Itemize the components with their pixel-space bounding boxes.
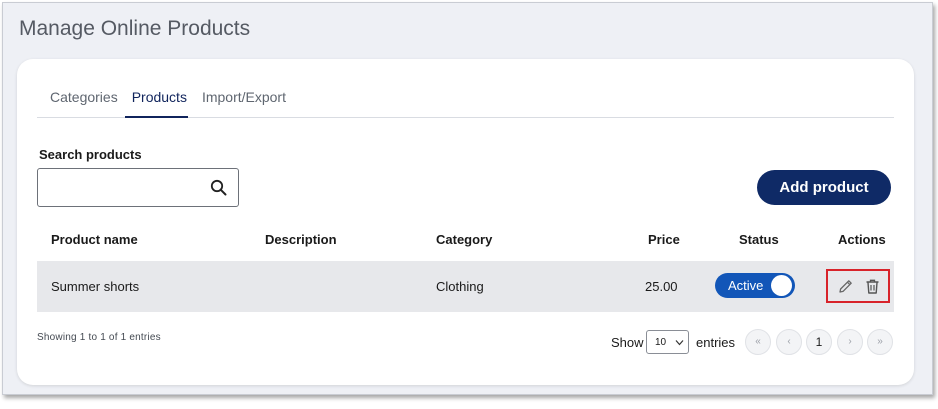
- products-card: Categories Products Import/Export Search…: [17, 59, 914, 385]
- page-title: Manage Online Products: [19, 17, 251, 40]
- pager-prev-button[interactable]: ‹: [776, 329, 802, 355]
- header-category: Category: [436, 232, 493, 247]
- toggle-knob: [771, 275, 792, 296]
- search-box: [37, 168, 239, 207]
- header-product-name: Product name: [51, 232, 138, 247]
- tab-categories[interactable]: Categories: [37, 81, 125, 118]
- page-size-value: 10: [655, 337, 667, 348]
- header-description: Description: [265, 232, 337, 247]
- tab-bar: Categories Products Import/Export: [37, 81, 894, 118]
- entries-label: entries: [696, 335, 736, 350]
- actions-highlight: [826, 269, 890, 303]
- chevron-down-icon: [675, 340, 684, 346]
- search-icon[interactable]: [210, 179, 227, 196]
- status-toggle[interactable]: Active: [715, 273, 795, 298]
- pager-first-button[interactable]: «: [745, 329, 771, 355]
- pencil-icon[interactable]: [837, 278, 854, 295]
- pager-page-1-button[interactable]: 1: [806, 329, 832, 355]
- show-label: Show: [611, 335, 644, 350]
- tab-import-export[interactable]: Import/Export: [188, 81, 293, 118]
- app-frame: Manage Online Products Categories Produc…: [2, 2, 933, 395]
- status-toggle-label: Active: [728, 278, 764, 293]
- add-product-button[interactable]: Add product: [757, 170, 891, 205]
- pager-next-button[interactable]: ›: [837, 329, 863, 355]
- trash-icon[interactable]: [864, 278, 881, 295]
- table-row: Summer shorts Clothing 25.00 Active: [37, 261, 894, 312]
- header-actions: Actions: [838, 232, 886, 247]
- header-price: Price: [648, 232, 680, 247]
- header-status: Status: [739, 232, 779, 247]
- pager-last-button[interactable]: »: [867, 329, 893, 355]
- tab-products[interactable]: Products: [124, 81, 188, 118]
- cell-price: 25.00: [645, 279, 678, 294]
- cell-category: Clothing: [436, 279, 484, 294]
- page-size-select[interactable]: 10: [646, 330, 689, 354]
- cell-product-name: Summer shorts: [51, 279, 140, 294]
- entries-summary: Showing 1 to 1 of 1 entries: [37, 332, 161, 343]
- search-input[interactable]: [46, 170, 206, 205]
- search-label: Search products: [39, 147, 142, 162]
